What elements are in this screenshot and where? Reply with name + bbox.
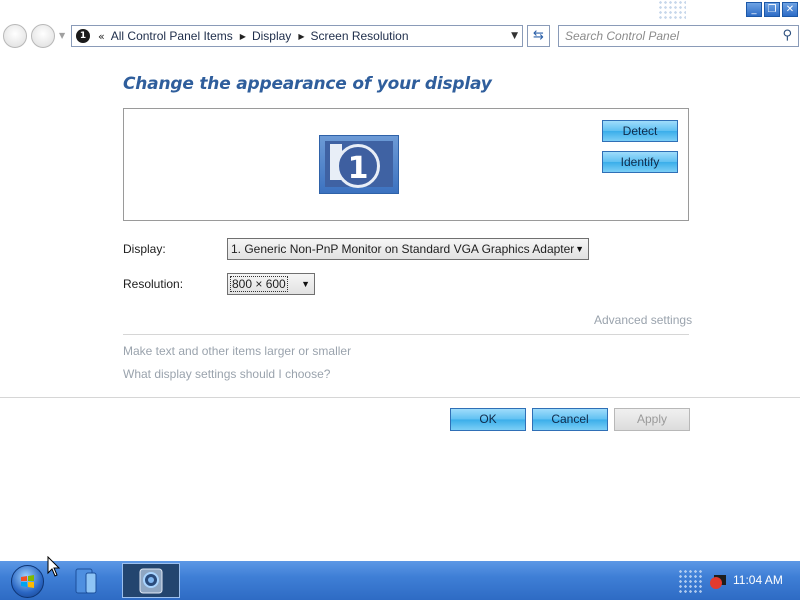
- breadcrumb-all-control-panel-items[interactable]: All Control Panel Items: [111, 29, 233, 43]
- search-input[interactable]: [565, 28, 770, 44]
- title-decoration: [658, 0, 686, 20]
- windows-logo-icon: [21, 575, 34, 588]
- address-dropdown-icon[interactable]: ▼: [511, 31, 518, 41]
- monitor-number-badge: 1: [336, 144, 380, 188]
- file-explorer-icon: [75, 568, 97, 594]
- breadcrumb-display[interactable]: Display: [252, 29, 291, 43]
- address-bar[interactable]: 1 « All Control Panel Items ▶ Display ▶ …: [71, 25, 523, 47]
- restore-button[interactable]: ❐: [764, 2, 780, 17]
- start-button[interactable]: [11, 565, 44, 598]
- taskbar-explorer-button[interactable]: [72, 563, 102, 598]
- refresh-button[interactable]: ⇆: [527, 25, 550, 47]
- identify-button[interactable]: Identify: [602, 151, 678, 173]
- refresh-icon: ⇆: [533, 28, 544, 43]
- chevron-down-icon: ▼: [575, 244, 584, 254]
- breadcrumb-separator-icon[interactable]: ▶: [298, 32, 304, 41]
- text-size-link[interactable]: Make text and other items larger or smal…: [123, 344, 351, 358]
- section-divider: [123, 334, 689, 335]
- mouse-cursor-icon: [47, 556, 61, 577]
- cancel-button[interactable]: Cancel: [532, 408, 608, 431]
- display-settings-icon: [139, 568, 163, 594]
- ok-button[interactable]: OK: [450, 408, 526, 431]
- control-panel-icon: 1: [76, 29, 90, 43]
- back-button[interactable]: [3, 24, 27, 48]
- tray-decoration: [678, 569, 704, 593]
- minimize-button[interactable]: _: [746, 2, 762, 17]
- button-area-divider: [0, 397, 800, 398]
- breadcrumb-screen-resolution[interactable]: Screen Resolution: [310, 29, 408, 43]
- resolution-select-value: 800 × 600: [230, 276, 288, 292]
- apply-button: Apply: [614, 408, 690, 431]
- forward-button[interactable]: [31, 24, 55, 48]
- network-alert-icon[interactable]: [708, 571, 728, 591]
- display-label: Display:: [123, 242, 166, 256]
- title-bar: _ ❐ ✕: [0, 0, 800, 20]
- display-settings-help-link[interactable]: What display settings should I choose?: [123, 367, 330, 381]
- resolution-select[interactable]: 800 × 600 ▼: [227, 273, 315, 295]
- taskbar-display-settings-button[interactable]: [122, 563, 180, 598]
- address-overflow-chevron[interactable]: «: [98, 30, 105, 43]
- advanced-settings-link[interactable]: Advanced settings: [594, 313, 692, 327]
- display-select[interactable]: 1. Generic Non-PnP Monitor on Standard V…: [227, 238, 589, 260]
- breadcrumb-separator-icon[interactable]: ▶: [240, 32, 246, 41]
- detect-button[interactable]: Detect: [602, 120, 678, 142]
- monitor-preview-panel: 1 Detect Identify: [123, 108, 689, 221]
- resolution-label: Resolution:: [123, 277, 184, 291]
- close-button[interactable]: ✕: [782, 2, 798, 17]
- chevron-down-icon: ▼: [301, 279, 310, 289]
- navigation-bar: ▼ 1 « All Control Panel Items ▶ Display …: [0, 22, 800, 52]
- monitor-1-icon[interactable]: 1: [319, 135, 399, 194]
- taskbar: 11:04 AM: [0, 561, 800, 600]
- display-select-value: 1. Generic Non-PnP Monitor on Standard V…: [231, 242, 575, 256]
- recent-pages-dropdown-icon[interactable]: ▼: [59, 31, 65, 40]
- search-icon[interactable]: ⚲: [782, 28, 792, 43]
- search-box[interactable]: ⚲: [558, 25, 799, 47]
- system-clock[interactable]: 11:04 AM: [733, 573, 783, 587]
- page-title: Change the appearance of your display: [123, 74, 492, 94]
